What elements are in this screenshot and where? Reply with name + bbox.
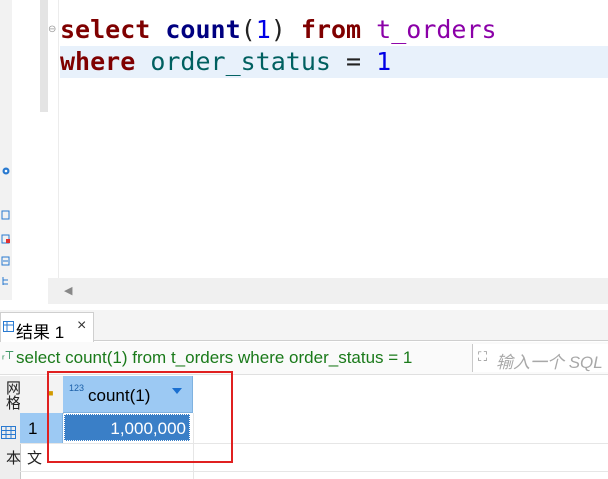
filter-placeholder: 输入一个 SQL	[496, 353, 603, 372]
export-icon[interactable]	[1, 210, 11, 220]
tab-result-1[interactable]: 结果 1 ×	[0, 312, 94, 342]
sheet-icon[interactable]	[1, 256, 11, 266]
left-toolbar	[0, 0, 12, 300]
number-literal: 1	[255, 15, 271, 44]
editor-ruler	[58, 0, 59, 278]
filter-icon: ⛶	[478, 349, 488, 364]
keyword-where: where	[60, 47, 136, 76]
keyword-select: select	[60, 15, 151, 44]
column-name: order_status	[150, 47, 331, 76]
grid-icon	[3, 321, 14, 332]
operator: =	[346, 47, 362, 76]
annotation-highlight-box	[47, 371, 233, 463]
function-count: count	[165, 15, 241, 44]
sql-icon: ᵣ⊤	[2, 350, 15, 362]
gear-icon[interactable]	[1, 166, 11, 176]
close-icon[interactable]: ×	[77, 317, 86, 335]
scroll-left-icon[interactable]: ◀	[64, 284, 72, 297]
grid-line	[20, 471, 608, 472]
query-text: select count(1) from t_orders where orde…	[16, 348, 413, 367]
row-number: 1	[28, 419, 38, 438]
fold-icon[interactable]: ⊖	[48, 24, 56, 35]
grid-view-icon[interactable]	[1, 426, 16, 439]
keyword-from: from	[300, 15, 362, 44]
record-icon[interactable]	[1, 234, 11, 244]
horizontal-scrollbar[interactable]	[48, 278, 608, 304]
code-line-1[interactable]: select count(1) from t_orders	[60, 14, 497, 46]
code-line-2[interactable]: where order_status = 1	[60, 46, 608, 78]
tab-label: 结果 1	[16, 323, 65, 342]
paren-close: )	[270, 15, 286, 44]
table-name: t_orders	[376, 15, 497, 44]
editor-gutter	[40, 0, 48, 112]
paren-open: (	[240, 15, 256, 44]
text-view-label[interactable]: 文本	[2, 450, 44, 479]
tree-icon[interactable]	[1, 276, 11, 286]
number-literal: 1	[376, 47, 392, 76]
